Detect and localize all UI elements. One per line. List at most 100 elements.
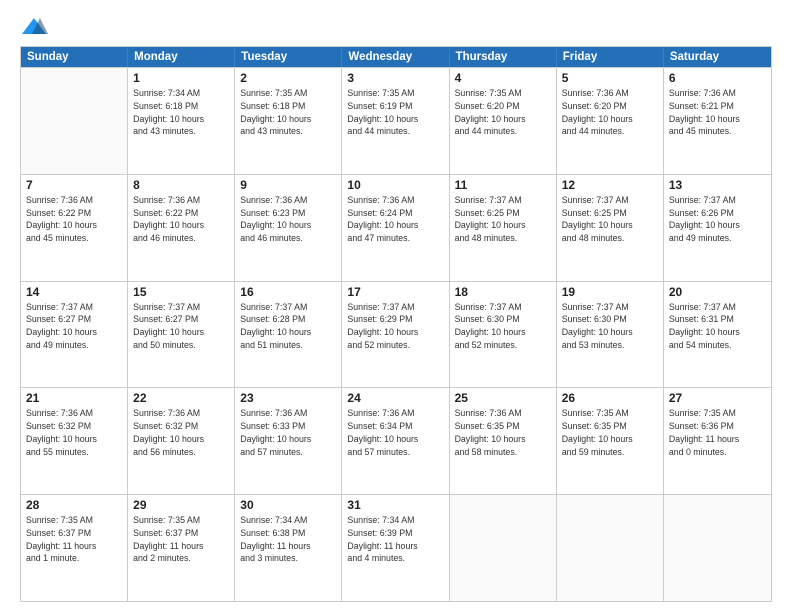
cal-day-1: 1 Sunrise: 7:34 AM Sunset: 6:18 PM Daylig… <box>128 68 235 174</box>
cal-day-21: 21 Sunrise: 7:36 AM Sunset: 6:32 PM Dayli… <box>21 388 128 494</box>
cal-empty-cell <box>664 495 771 601</box>
calendar-header-row: SundayMondayTuesdayWednesdayThursdayFrid… <box>21 47 771 67</box>
day-info: Sunrise: 7:36 AM Sunset: 6:22 PM Dayligh… <box>133 194 229 245</box>
cal-day-17: 17 Sunrise: 7:37 AM Sunset: 6:29 PM Dayli… <box>342 282 449 388</box>
cal-day-28: 28 Sunrise: 7:35 AM Sunset: 6:37 PM Dayli… <box>21 495 128 601</box>
day-number: 17 <box>347 285 443 299</box>
day-number: 13 <box>669 178 766 192</box>
day-number: 2 <box>240 71 336 85</box>
cal-week-5: 28 Sunrise: 7:35 AM Sunset: 6:37 PM Dayli… <box>21 494 771 601</box>
day-number: 18 <box>455 285 551 299</box>
cal-day-24: 24 Sunrise: 7:36 AM Sunset: 6:34 PM Dayli… <box>342 388 449 494</box>
header-day-saturday: Saturday <box>664 47 771 67</box>
cal-week-1: 1 Sunrise: 7:34 AM Sunset: 6:18 PM Daylig… <box>21 67 771 174</box>
cal-week-3: 14 Sunrise: 7:37 AM Sunset: 6:27 PM Dayli… <box>21 281 771 388</box>
day-number: 4 <box>455 71 551 85</box>
day-info: Sunrise: 7:35 AM Sunset: 6:37 PM Dayligh… <box>26 514 122 565</box>
cal-day-22: 22Sunrise: 7:36 AM Sunset: 6:32 PM Dayli… <box>128 388 235 494</box>
header-day-tuesday: Tuesday <box>235 47 342 67</box>
day-number: 20 <box>669 285 766 299</box>
day-number: 12 <box>562 178 658 192</box>
page: SundayMondayTuesdayWednesdayThursdayFrid… <box>0 0 792 612</box>
cal-day-8: 8 Sunrise: 7:36 AM Sunset: 6:22 PM Daylig… <box>128 175 235 281</box>
calendar-body: 1 Sunrise: 7:34 AM Sunset: 6:18 PM Daylig… <box>21 67 771 601</box>
logo <box>20 16 52 36</box>
day-number: 10 <box>347 178 443 192</box>
day-number: 27 <box>669 391 766 405</box>
day-number: 23 <box>240 391 336 405</box>
day-info: Sunrise: 7:36 AM Sunset: 6:34 PM Dayligh… <box>347 407 443 458</box>
day-info: Sunrise: 7:35 AM Sunset: 6:37 PM Dayligh… <box>133 514 229 565</box>
header-day-thursday: Thursday <box>450 47 557 67</box>
day-info: Sunrise: 7:37 AM Sunset: 6:27 PM Dayligh… <box>133 301 229 352</box>
day-info: Sunrise: 7:36 AM Sunset: 6:20 PM Dayligh… <box>562 87 658 138</box>
cal-day-11: 11 Sunrise: 7:37 AM Sunset: 6:25 PM Dayli… <box>450 175 557 281</box>
cal-day-2: 2 Sunrise: 7:35 AM Sunset: 6:18 PM Daylig… <box>235 68 342 174</box>
cal-day-18: 18 Sunrise: 7:37 AM Sunset: 6:30 PM Dayli… <box>450 282 557 388</box>
cal-day-30: 30 Sunrise: 7:34 AM Sunset: 6:38 PM Dayli… <box>235 495 342 601</box>
day-info: Sunrise: 7:36 AM Sunset: 6:22 PM Dayligh… <box>26 194 122 245</box>
day-info: Sunrise: 7:36 AM Sunset: 6:23 PM Dayligh… <box>240 194 336 245</box>
day-number: 31 <box>347 498 443 512</box>
logo-icon <box>20 16 48 36</box>
cal-week-4: 21 Sunrise: 7:36 AM Sunset: 6:32 PM Dayli… <box>21 387 771 494</box>
day-number: 25 <box>455 391 551 405</box>
cal-day-6: 6Sunrise: 7:36 AM Sunset: 6:21 PM Daylig… <box>664 68 771 174</box>
day-info: Sunrise: 7:36 AM Sunset: 6:32 PM Dayligh… <box>133 407 229 458</box>
calendar: SundayMondayTuesdayWednesdayThursdayFrid… <box>20 46 772 602</box>
day-info: Sunrise: 7:37 AM Sunset: 6:26 PM Dayligh… <box>669 194 766 245</box>
day-info: Sunrise: 7:37 AM Sunset: 6:27 PM Dayligh… <box>26 301 122 352</box>
cal-day-16: 16Sunrise: 7:37 AM Sunset: 6:28 PM Dayli… <box>235 282 342 388</box>
header <box>20 16 772 36</box>
day-number: 26 <box>562 391 658 405</box>
day-info: Sunrise: 7:37 AM Sunset: 6:30 PM Dayligh… <box>455 301 551 352</box>
day-info: Sunrise: 7:37 AM Sunset: 6:31 PM Dayligh… <box>669 301 766 352</box>
day-info: Sunrise: 7:37 AM Sunset: 6:25 PM Dayligh… <box>455 194 551 245</box>
day-number: 28 <box>26 498 122 512</box>
cal-day-29: 29Sunrise: 7:35 AM Sunset: 6:37 PM Dayli… <box>128 495 235 601</box>
day-number: 21 <box>26 391 122 405</box>
cal-day-7: 7 Sunrise: 7:36 AM Sunset: 6:22 PM Daylig… <box>21 175 128 281</box>
day-number: 3 <box>347 71 443 85</box>
cal-empty-cell <box>21 68 128 174</box>
header-day-wednesday: Wednesday <box>342 47 449 67</box>
day-number: 1 <box>133 71 229 85</box>
day-info: Sunrise: 7:35 AM Sunset: 6:18 PM Dayligh… <box>240 87 336 138</box>
day-number: 11 <box>455 178 551 192</box>
day-number: 8 <box>133 178 229 192</box>
day-info: Sunrise: 7:36 AM Sunset: 6:21 PM Dayligh… <box>669 87 766 138</box>
day-number: 9 <box>240 178 336 192</box>
day-info: Sunrise: 7:36 AM Sunset: 6:32 PM Dayligh… <box>26 407 122 458</box>
cal-day-15: 15 Sunrise: 7:37 AM Sunset: 6:27 PM Dayli… <box>128 282 235 388</box>
day-info: Sunrise: 7:35 AM Sunset: 6:36 PM Dayligh… <box>669 407 766 458</box>
day-number: 14 <box>26 285 122 299</box>
day-info: Sunrise: 7:35 AM Sunset: 6:35 PM Dayligh… <box>562 407 658 458</box>
day-number: 19 <box>562 285 658 299</box>
cal-empty-cell <box>450 495 557 601</box>
day-number: 7 <box>26 178 122 192</box>
cal-day-23: 23 Sunrise: 7:36 AM Sunset: 6:33 PM Dayli… <box>235 388 342 494</box>
day-info: Sunrise: 7:36 AM Sunset: 6:33 PM Dayligh… <box>240 407 336 458</box>
day-number: 30 <box>240 498 336 512</box>
cal-day-5: 5 Sunrise: 7:36 AM Sunset: 6:20 PM Daylig… <box>557 68 664 174</box>
header-day-monday: Monday <box>128 47 235 67</box>
cal-day-13: 13 Sunrise: 7:37 AM Sunset: 6:26 PM Dayli… <box>664 175 771 281</box>
cal-day-10: 10 Sunrise: 7:36 AM Sunset: 6:24 PM Dayli… <box>342 175 449 281</box>
day-info: Sunrise: 7:37 AM Sunset: 6:25 PM Dayligh… <box>562 194 658 245</box>
cal-day-4: 4Sunrise: 7:35 AM Sunset: 6:20 PM Daylig… <box>450 68 557 174</box>
day-info: Sunrise: 7:36 AM Sunset: 6:35 PM Dayligh… <box>455 407 551 458</box>
cal-day-26: 26 Sunrise: 7:35 AM Sunset: 6:35 PM Dayli… <box>557 388 664 494</box>
cal-day-27: 27 Sunrise: 7:35 AM Sunset: 6:36 PM Dayli… <box>664 388 771 494</box>
cal-day-31: 31Sunrise: 7:34 AM Sunset: 6:39 PM Dayli… <box>342 495 449 601</box>
day-info: Sunrise: 7:36 AM Sunset: 6:24 PM Dayligh… <box>347 194 443 245</box>
day-info: Sunrise: 7:37 AM Sunset: 6:29 PM Dayligh… <box>347 301 443 352</box>
day-number: 5 <box>562 71 658 85</box>
day-info: Sunrise: 7:34 AM Sunset: 6:38 PM Dayligh… <box>240 514 336 565</box>
day-info: Sunrise: 7:35 AM Sunset: 6:19 PM Dayligh… <box>347 87 443 138</box>
day-number: 24 <box>347 391 443 405</box>
day-info: Sunrise: 7:37 AM Sunset: 6:28 PM Dayligh… <box>240 301 336 352</box>
day-number: 15 <box>133 285 229 299</box>
cal-day-14: 14 Sunrise: 7:37 AM Sunset: 6:27 PM Dayli… <box>21 282 128 388</box>
day-info: Sunrise: 7:34 AM Sunset: 6:18 PM Dayligh… <box>133 87 229 138</box>
cal-day-20: 20 Sunrise: 7:37 AM Sunset: 6:31 PM Dayli… <box>664 282 771 388</box>
